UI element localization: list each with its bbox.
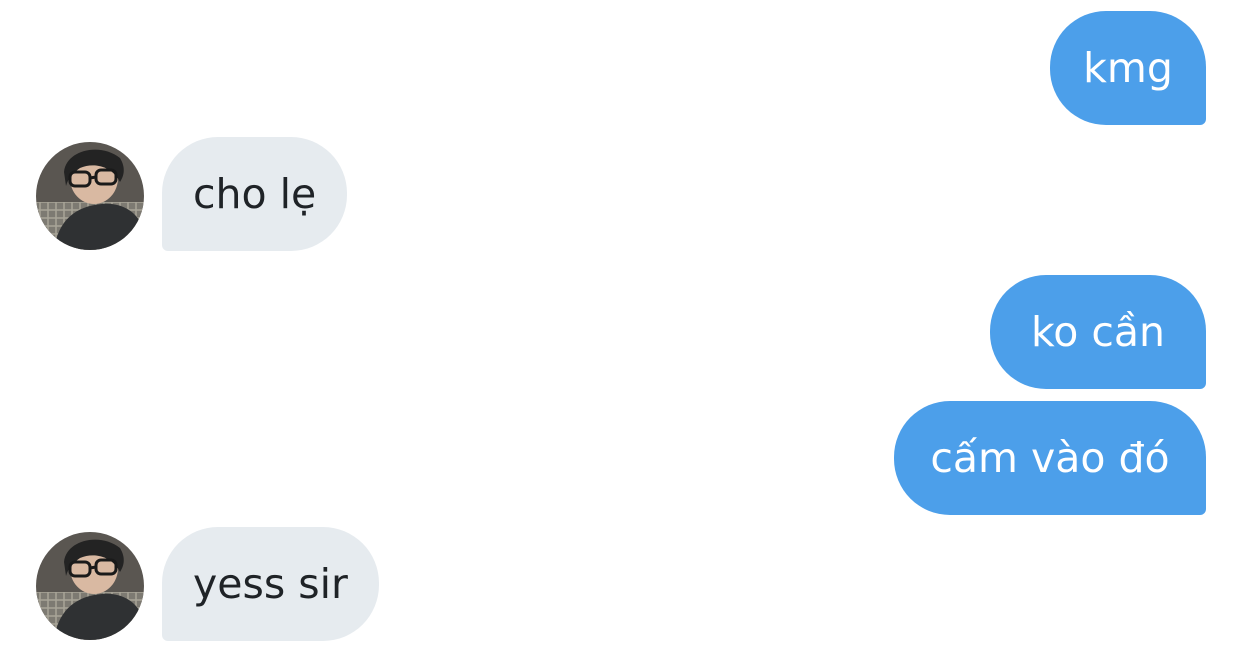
outgoing-message[interactable]: ko cần <box>990 275 1206 389</box>
avatar[interactable] <box>36 532 144 640</box>
avatar-image <box>36 532 144 640</box>
message-text: yess sir <box>193 559 348 608</box>
outgoing-message[interactable]: kmg <box>1050 11 1206 125</box>
incoming-message[interactable]: yess sir <box>162 527 379 641</box>
message-text: ko cần <box>1030 307 1166 356</box>
avatar[interactable] <box>36 142 144 250</box>
incoming-message[interactable]: cho lẹ <box>162 137 348 251</box>
chat-thread: kmg cho lẹ ko cần cấm vào đó yess sir <box>0 0 1242 651</box>
message-text: cho lẹ <box>193 169 317 218</box>
message-text: cấm vào đó <box>930 433 1170 482</box>
message-text: kmg <box>1083 43 1173 92</box>
outgoing-message[interactable]: cấm vào đó <box>894 401 1206 515</box>
avatar-image <box>36 142 144 250</box>
